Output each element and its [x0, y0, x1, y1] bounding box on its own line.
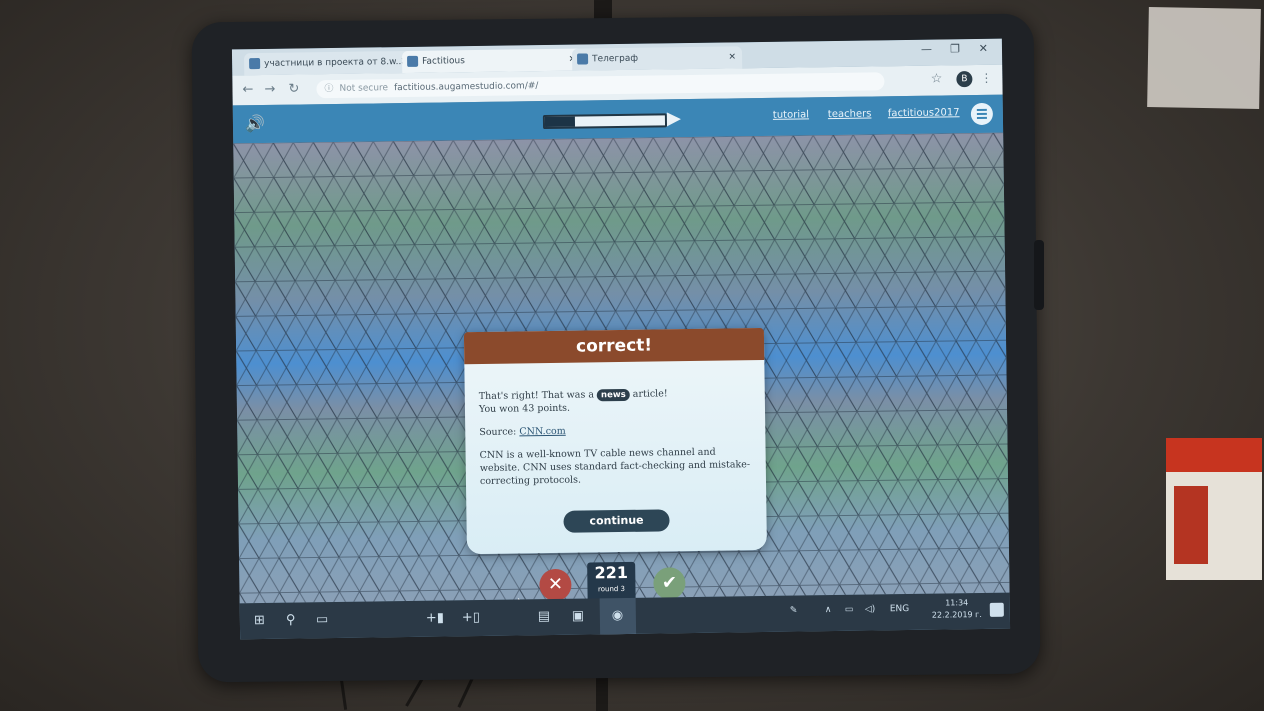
- close-window-icon[interactable]: ✕: [979, 42, 988, 55]
- search-icon[interactable]: ⚲: [286, 613, 296, 628]
- factitious-favicon-icon: [407, 55, 419, 67]
- result-text-end: article!: [632, 388, 668, 400]
- pencil-tip: [666, 112, 682, 127]
- chrome-icon[interactable]: ◉: [612, 608, 624, 623]
- close-icon[interactable]: ✕: [728, 46, 736, 68]
- bookmark-star-icon[interactable]: ☆: [931, 71, 943, 86]
- browser-tab[interactable]: Телеграф ✕: [571, 46, 743, 71]
- security-label: Not secure: [339, 83, 389, 94]
- poster-image: [1174, 486, 1208, 564]
- system-clock[interactable]: 11:34 22.2.2019 г.: [932, 597, 982, 622]
- maximize-icon[interactable]: ❐: [950, 42, 960, 55]
- hamburger-menu-icon[interactable]: [970, 102, 994, 126]
- app-icon[interactable]: +▮: [426, 611, 444, 626]
- gmail-icon: [249, 58, 261, 70]
- tab-label: Телеграф: [592, 53, 639, 65]
- back-arrow-icon[interactable]: ←: [242, 82, 253, 97]
- nav-teachers-link[interactable]: teachers: [828, 108, 872, 120]
- dialog-title: correct!: [463, 328, 765, 365]
- info-icon: ⓘ: [324, 83, 334, 95]
- continue-button[interactable]: continue: [563, 509, 670, 533]
- clock-date: 22.2.2019 г.: [931, 609, 982, 620]
- game-background: correct! That's right! That was a news a…: [233, 132, 1010, 612]
- messaging-icon[interactable]: ▣: [572, 609, 585, 624]
- app-icon[interactable]: +▯: [462, 610, 480, 625]
- result-text: That's right! That was a: [478, 389, 595, 402]
- language-indicator[interactable]: ENG: [890, 604, 910, 614]
- file-explorer-icon[interactable]: ▤: [538, 609, 551, 624]
- clock-time: 11:34: [945, 598, 969, 608]
- nav-user-link[interactable]: factitious2017: [888, 107, 960, 119]
- chevron-up-icon[interactable]: ∧: [825, 605, 832, 615]
- browser-tab[interactable]: участници в проекта от 8.w... ✕: [243, 50, 415, 76]
- pen-tray-icon[interactable]: ✎: [790, 606, 798, 616]
- telegraph-favicon-icon: [577, 53, 589, 65]
- dialog-body: That's right! That was a news article! Y…: [479, 386, 755, 498]
- pen-holder: [1034, 240, 1044, 310]
- url-field[interactable]: ⓘ Not secure factitious.augamestudio.com/#…: [316, 72, 885, 99]
- category-badge: news: [596, 388, 630, 402]
- progress-pencil: [542, 112, 682, 130]
- points-text: You won 43 points.: [478, 402, 571, 415]
- minimize-icon[interactable]: —: [921, 43, 932, 56]
- task-view-icon[interactable]: ▭: [316, 612, 329, 627]
- wall-poster: [1166, 438, 1262, 580]
- tab-label: Factitious: [422, 56, 465, 67]
- round-label: round 3: [597, 584, 626, 594]
- source-label: Source:: [479, 426, 517, 438]
- result-dialog: correct! That's right! That was a news a…: [463, 328, 767, 555]
- wall-paper-sheet: [1147, 7, 1261, 109]
- browser-tab-active[interactable]: Factitious ✕: [401, 48, 583, 74]
- browser-menu-icon[interactable]: ⋮: [980, 71, 992, 85]
- tab-label: участници в проекта от 8.w...: [264, 57, 405, 69]
- profile-avatar[interactable]: B: [956, 71, 973, 88]
- reload-icon[interactable]: ↻: [288, 81, 299, 96]
- url-text: factitious.augamestudio.com/#/: [393, 81, 539, 94]
- projected-screen: участници в проекта от 8.w... ✕ Factitio…: [231, 38, 1011, 640]
- score-value: 221: [594, 562, 629, 583]
- progress-fill: [544, 116, 576, 128]
- speaker-icon[interactable]: 🔊: [245, 114, 265, 133]
- source-description: CNN is a well-known TV cable news channe…: [479, 446, 751, 487]
- nav-tutorial-link[interactable]: tutorial: [773, 109, 809, 121]
- forward-arrow-icon[interactable]: →: [264, 82, 275, 97]
- windows-start-icon[interactable]: ⊞: [254, 613, 265, 628]
- source-link[interactable]: CNN.com: [519, 426, 566, 438]
- volume-icon[interactable]: ◁): [865, 604, 876, 614]
- network-icon[interactable]: ▭: [845, 605, 854, 615]
- notification-icon[interactable]: [989, 602, 1004, 617]
- poster-header: [1166, 438, 1262, 472]
